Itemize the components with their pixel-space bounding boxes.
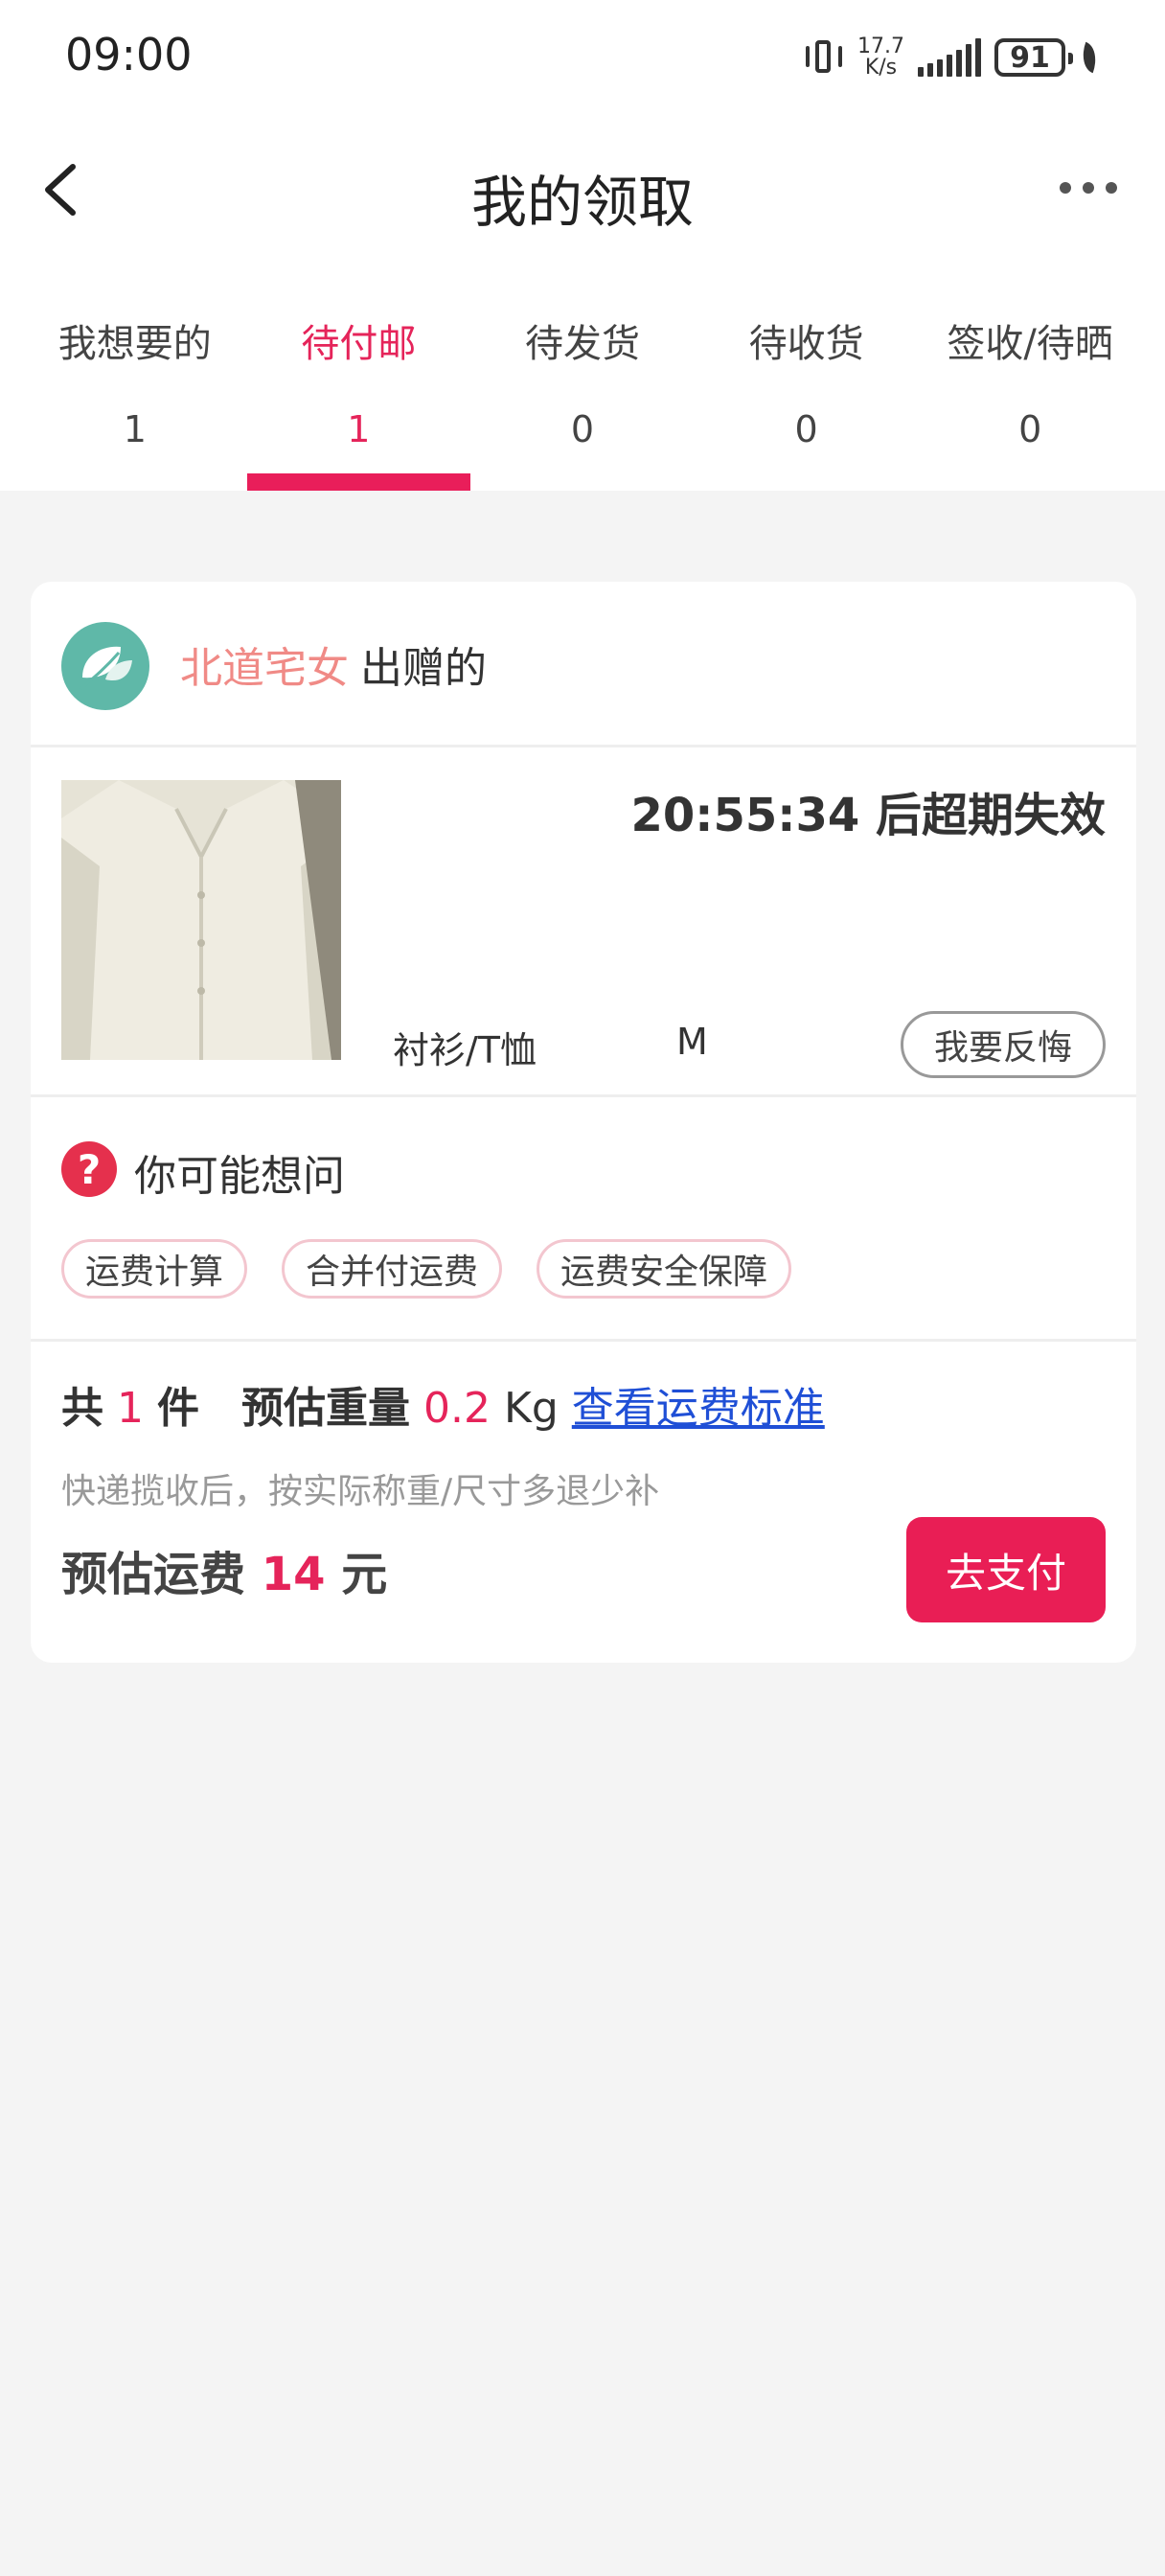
faq-chips: 运费计算 合并付运费 运费安全保障 — [61, 1239, 792, 1299]
top-section: 09:00 17.7 K/s 91 我的领取 我想要的 1 待付邮 1 待发货 … — [0, 0, 1165, 491]
weight-value: 0.2 — [423, 1384, 491, 1433]
giver-info: 北道宅女 出赠的 — [180, 633, 487, 695]
status-icons: 17.7 K/s 91 — [804, 33, 1100, 82]
tab-pending-shipment[interactable]: 待发货 0 — [470, 312, 695, 491]
network-speed: 17.7 K/s — [857, 36, 904, 79]
network-speed-unit: K/s — [864, 56, 898, 80]
giver-suffix: 出赠的 — [360, 644, 487, 693]
battery-icon: 91 — [994, 38, 1073, 77]
item-category: 衬衫/T恤 — [393, 1029, 537, 1071]
more-dot-icon — [1106, 182, 1117, 194]
tab-label: 待发货 — [524, 322, 640, 366]
more-dot-icon — [1060, 182, 1071, 194]
status-tabs: 我想要的 1 待付邮 1 待发货 0 待收货 0 签收/待晒 0 — [23, 312, 1142, 491]
battery-level: 91 — [1010, 40, 1050, 75]
fee-value: 14 — [261, 1548, 326, 1601]
tab-label: 我想要的 — [57, 322, 212, 366]
fee-unit: 元 — [341, 1548, 388, 1601]
avatar[interactable] — [61, 622, 149, 710]
expiry-countdown: 20:55:34 后超期失效 — [630, 789, 1107, 842]
shipping-note: 快递揽收后，按实际称重/尺寸多退少补 — [61, 1472, 660, 1511]
tab-label: 待付邮 — [301, 322, 417, 366]
tab-pending-receipt[interactable]: 待收货 0 — [695, 312, 919, 491]
shirt-photo-icon — [61, 780, 341, 1060]
tab-want[interactable]: 我想要的 1 — [23, 312, 247, 491]
claim-card: 北道宅女 出赠的 20:55:34 后超期失效 衬衫/T恤 M 我要反悔 ? 你可… — [31, 582, 1136, 1663]
question-icon: ? — [61, 1141, 117, 1197]
divider — [31, 1094, 1136, 1097]
signal-icon — [918, 38, 981, 77]
fee-label: 预估运费 — [61, 1548, 246, 1601]
divider — [31, 1339, 1136, 1342]
leaf-logo-icon — [80, 646, 132, 691]
tab-count: 1 — [347, 408, 371, 450]
order-summary: 共 1 件预估重量 0.2 Kg 查看运费标准 — [61, 1373, 825, 1435]
tab-label: 签收/待晒 — [947, 322, 1113, 366]
weight-label: 预估重量 — [241, 1384, 410, 1433]
total-label: 共 — [61, 1384, 103, 1433]
faq-chip-merge-shipping[interactable]: 合并付运费 — [282, 1239, 503, 1299]
faq-chip-shipping-calc[interactable]: 运费计算 — [61, 1239, 248, 1299]
status-time: 09:00 — [65, 29, 193, 80]
tab-pending-postage[interactable]: 待付邮 1 — [246, 312, 471, 491]
tab-count: 1 — [123, 408, 147, 450]
tab-count: 0 — [570, 408, 595, 450]
regret-button[interactable]: 我要反悔 — [901, 1011, 1106, 1078]
item-size: M — [676, 1021, 708, 1063]
more-dot-icon — [1083, 182, 1094, 194]
power-saving-leaf-icon — [1079, 42, 1100, 73]
total-unit: 件 — [157, 1384, 199, 1433]
pay-button[interactable]: 去支付 — [906, 1517, 1106, 1622]
tab-count: 0 — [1018, 408, 1042, 450]
estimated-fee: 预估运费 14 元 — [61, 1536, 387, 1603]
faq-title: 你可能想问 — [134, 1152, 345, 1201]
vibrate-icon — [804, 38, 844, 77]
tab-label: 待收货 — [748, 322, 864, 366]
weight-unit: Kg — [503, 1384, 559, 1433]
page-title: 我的领取 — [470, 170, 694, 235]
faq-chip-shipping-guarantee[interactable]: 运费安全保障 — [537, 1239, 792, 1299]
total-count: 1 — [117, 1384, 144, 1433]
tab-count: 0 — [794, 408, 818, 450]
item-photo[interactable] — [61, 780, 341, 1060]
more-button[interactable] — [1060, 182, 1117, 194]
tab-signed-review[interactable]: 签收/待晒 0 — [918, 312, 1142, 491]
network-speed-value: 17.7 — [857, 34, 904, 58]
shipping-standard-link[interactable]: 查看运费标准 — [572, 1384, 825, 1433]
giver-name[interactable]: 北道宅女 — [180, 644, 349, 693]
divider — [31, 745, 1136, 748]
